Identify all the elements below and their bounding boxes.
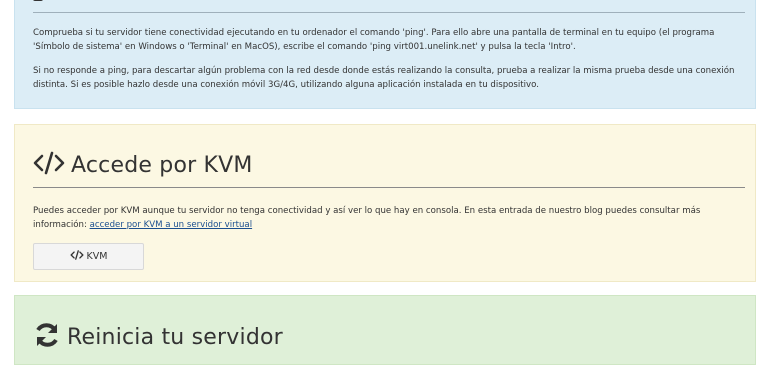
ping-panel-paragraph-1: Comprueba si tu servidor tiene conectivi… (33, 28, 715, 52)
kvm-title: Accede por KVM (71, 152, 253, 178)
ping-panel: Comprueba si tu servidor tiene conectivi… (14, 0, 756, 109)
kvm-heading: Accede por KVM (33, 151, 253, 179)
kvm-button-label: KVM (86, 251, 108, 262)
refresh-icon (33, 321, 61, 353)
kvm-button[interactable]: KVM (33, 243, 144, 270)
ping-panel-paragraph-2: Si no responde a ping, para descartar al… (33, 66, 735, 90)
network-icon (33, 0, 43, 1)
reboot-title: Reinicia tu servidor (67, 324, 283, 350)
ping-panel-divider (33, 12, 745, 13)
kvm-blog-link[interactable]: acceder por KVM a un servidor virtual (90, 220, 253, 230)
reboot-panel: Reinicia tu servidor (14, 295, 756, 365)
kvm-divider (33, 187, 745, 188)
reboot-heading: Reinicia tu servidor (33, 321, 283, 353)
code-icon (70, 250, 84, 263)
kvm-description: Puedes acceder por KVM aunque tu servido… (33, 204, 735, 232)
kvm-panel: Accede por KVM Puedes acceder por KVM au… (14, 124, 756, 282)
code-icon (33, 151, 65, 179)
